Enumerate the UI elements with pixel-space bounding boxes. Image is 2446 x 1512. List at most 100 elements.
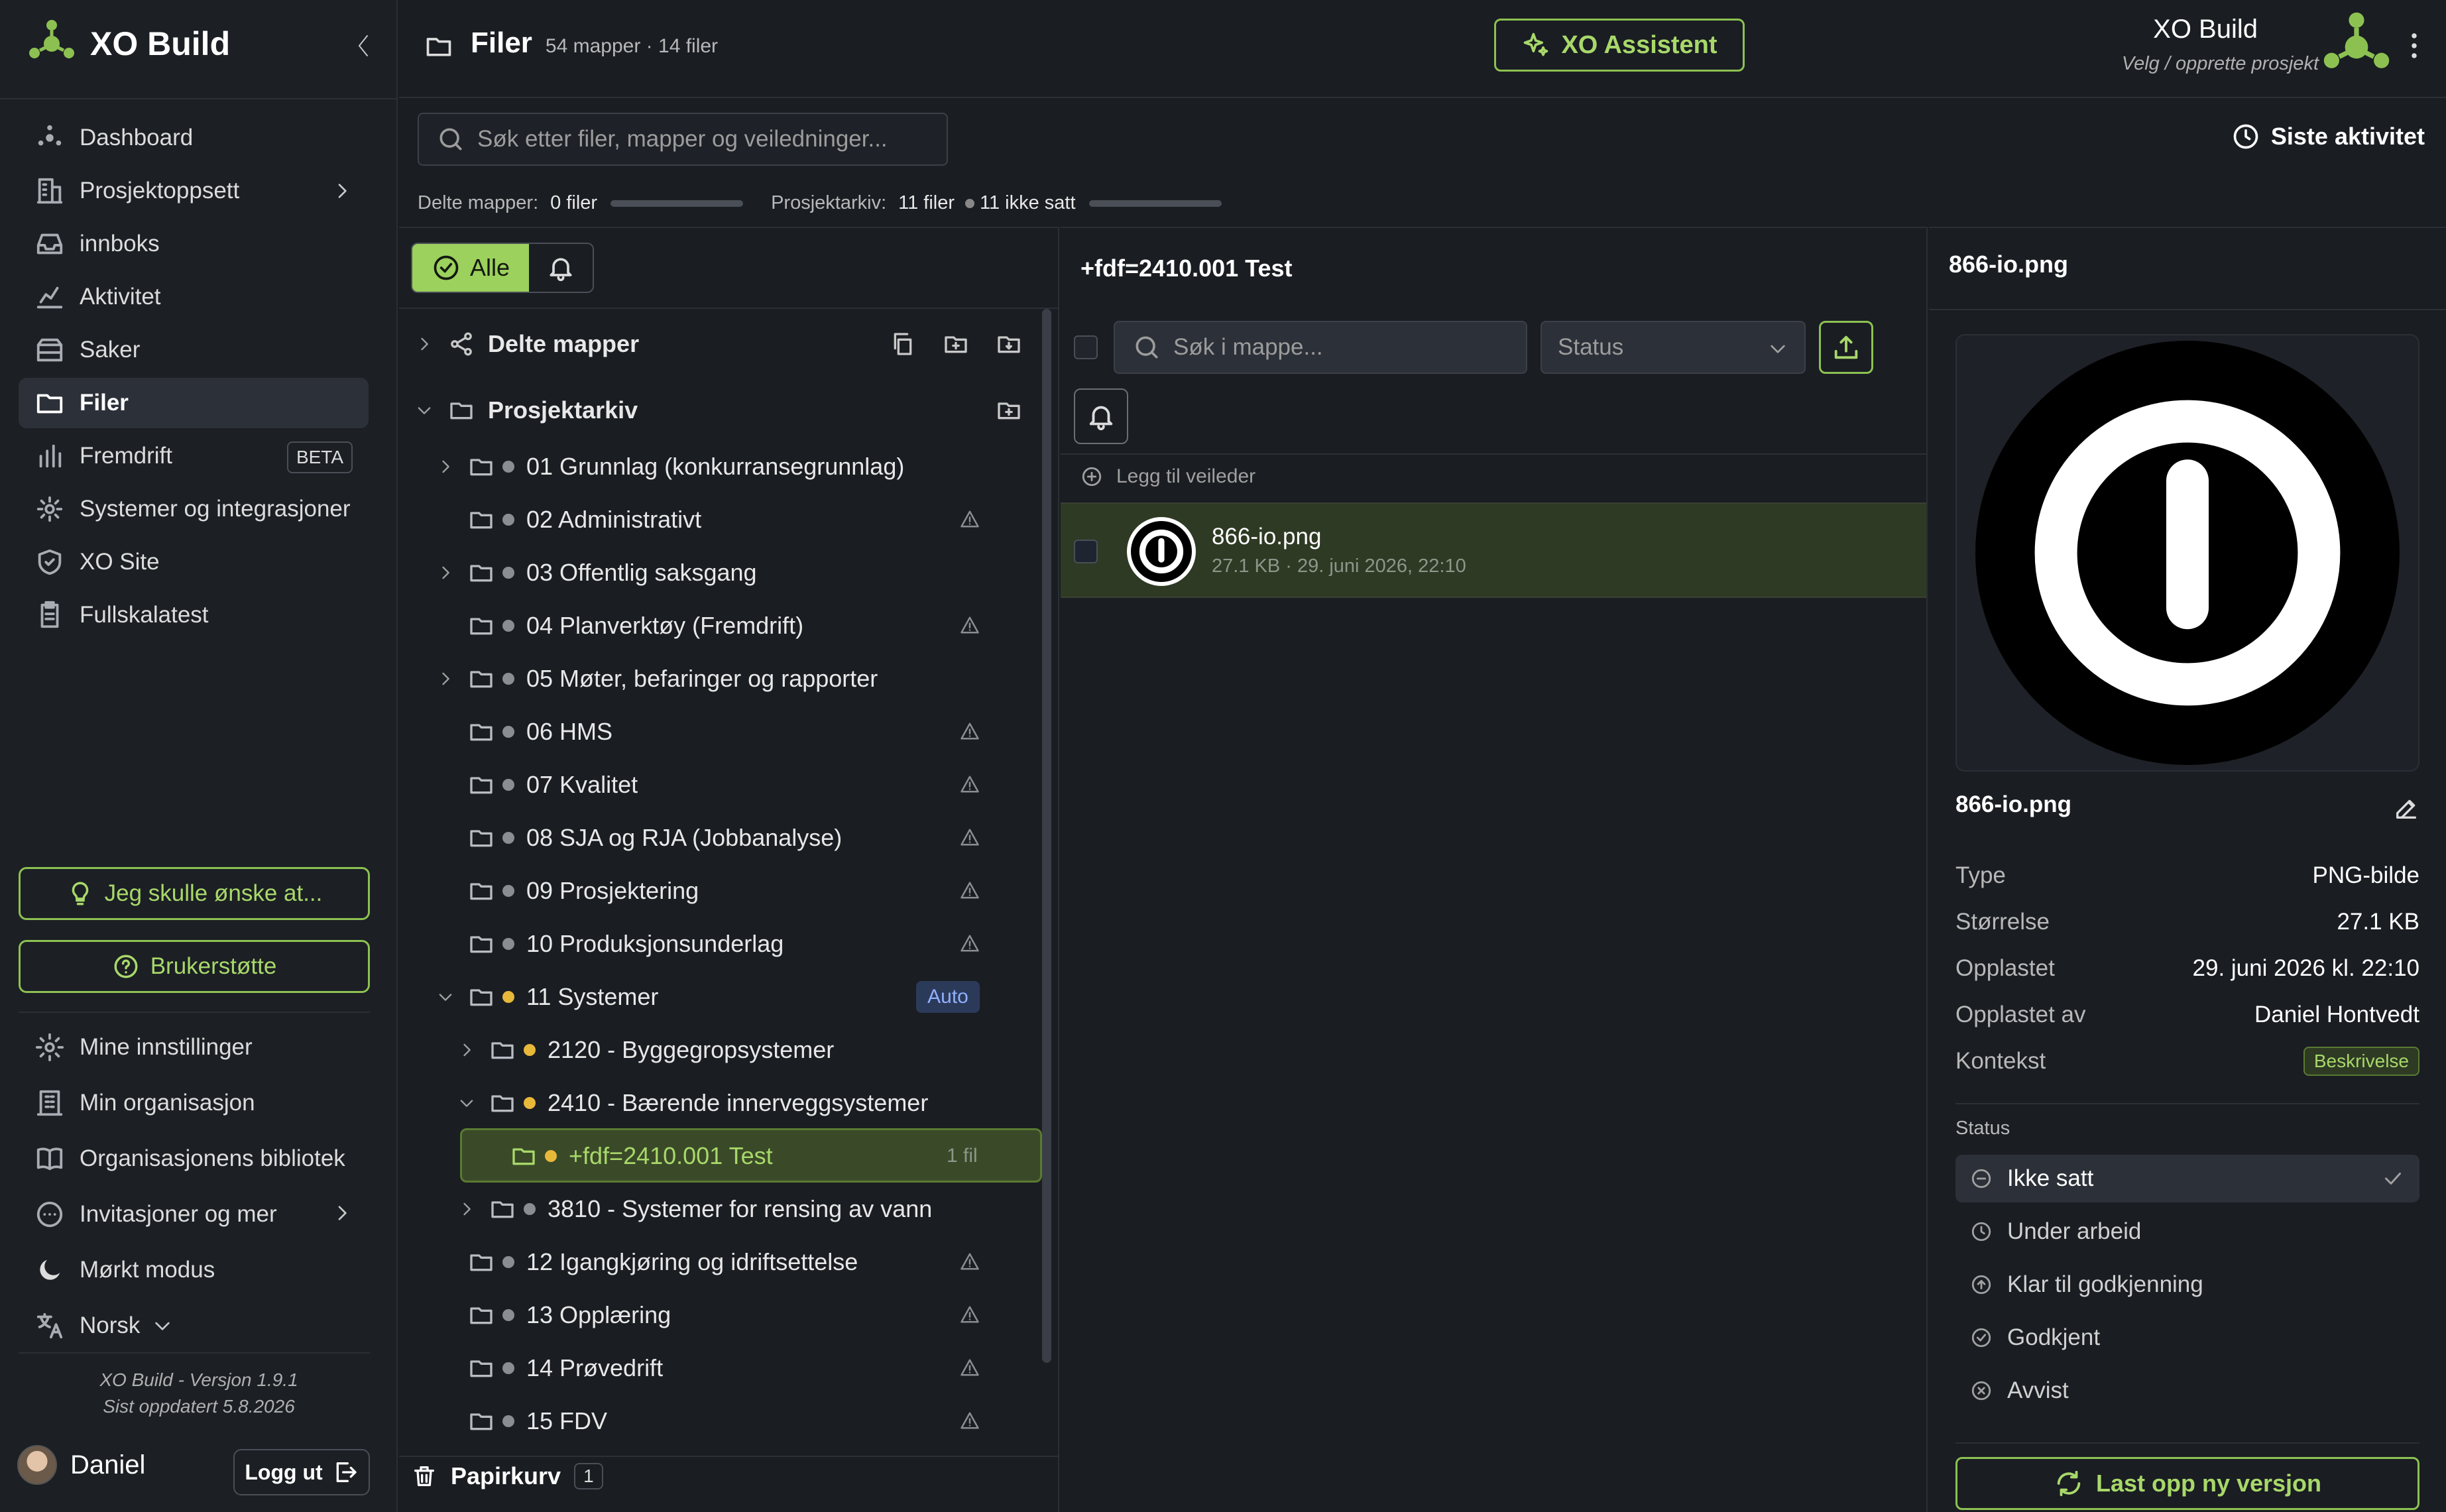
folder-row[interactable]: 13 Opplæring — [468, 1289, 671, 1342]
folder-label: 04 Planverktøy (Fremdrift) — [526, 612, 804, 639]
project-name[interactable]: XO Build — [2153, 15, 2258, 44]
folder-row[interactable]: 01 Grunnlag (konkurransegrunnlag) — [436, 440, 904, 493]
folder-row[interactable]: 2410 - Bærende innerveggsystemer — [457, 1076, 928, 1130]
trash-count: 1 — [574, 1463, 603, 1489]
folder-icon — [470, 565, 493, 582]
folder-row[interactable]: 2120 - Byggegropsystemer — [457, 1023, 834, 1076]
folder-row[interactable]: 12 Igangkjøring og idriftsettelse — [468, 1236, 858, 1289]
brand[interactable]: XO Build — [27, 19, 230, 69]
folder-download-icon[interactable] — [996, 331, 1022, 357]
nav-dark-mode[interactable]: Mørkt modus — [19, 1244, 369, 1297]
recent-activity-button[interactable]: Siste aktivitet — [2231, 122, 2425, 151]
wish-button[interactable]: Jeg skulle ønske at... — [19, 867, 370, 920]
xo-assistant-button[interactable]: XO Assistent — [1494, 19, 1745, 72]
nav-label: Filer — [80, 390, 129, 416]
add-guide-button[interactable]: Legg til veileder — [1080, 465, 1255, 488]
folder-row[interactable]: 14 Prøvedrift — [468, 1342, 663, 1395]
folder-row[interactable]: 04 Planverktøy (Fremdrift) — [468, 599, 803, 652]
warning-icon — [961, 829, 979, 846]
status-option-approved[interactable]: Godkjent — [1955, 1314, 2419, 1362]
project-subtitle[interactable]: Velg / opprette prosjekt — [2122, 53, 2319, 75]
kebab-menu-icon[interactable] — [2408, 29, 2421, 62]
folder-row[interactable]: 09 Prosjektering — [468, 864, 699, 917]
nav-saker[interactable]: Saker — [19, 325, 369, 375]
nav-systemer[interactable]: Systemer og integrasjoner — [19, 484, 369, 534]
collapse-sidebar-icon[interactable] — [351, 29, 375, 62]
nav-invitations[interactable]: Invitasjoner og mer — [19, 1188, 369, 1241]
project-logo-icon[interactable] — [2320, 11, 2393, 84]
nav-organization[interactable]: Min organisasjon — [19, 1076, 369, 1130]
nav-settings[interactable]: Mine innstillinger — [19, 1021, 369, 1074]
nav-language[interactable]: Norsk — [19, 1299, 369, 1352]
file-preview[interactable] — [1955, 334, 2419, 772]
file-checkbox[interactable] — [1074, 540, 1098, 563]
folder-row[interactable]: 07 Kvalitet — [468, 758, 638, 811]
status-dot — [965, 198, 975, 208]
folder-label: 3810 - Systemer for rensing av vann — [548, 1195, 933, 1222]
folder-notifications-button[interactable] — [1074, 388, 1128, 444]
nav-prosjektoppsett[interactable]: Prosjektoppsett — [19, 166, 369, 216]
tree-shared-root[interactable]: Delte mapper — [415, 318, 639, 371]
logout-button[interactable]: Logg ut — [233, 1449, 370, 1495]
status-option-in-progress[interactable]: Under arbeid — [1955, 1208, 2419, 1255]
beta-badge: BETA — [286, 441, 353, 473]
context-badge[interactable]: Beskrivelse — [2303, 1047, 2419, 1076]
assistant-label: XO Assistent — [1561, 30, 1718, 59]
status-option-label: Under arbeid — [2007, 1218, 2142, 1244]
folder-plus-icon[interactable] — [943, 331, 969, 357]
tree-label: Prosjektarkiv — [488, 396, 638, 424]
add-guide-label: Legg til veileder — [1116, 465, 1256, 487]
nav-fullskalatest[interactable]: Fullskalatest — [19, 590, 369, 640]
edit-icon[interactable] — [2393, 795, 2419, 822]
folder-row[interactable]: 05 Møter, befaringer og rapporter — [436, 652, 878, 705]
folder-icon — [470, 1254, 493, 1271]
warning-icon — [961, 935, 979, 952]
folder-row[interactable]: 15 FDV — [468, 1395, 607, 1448]
folder-row[interactable]: 11 Systemer — [436, 970, 658, 1023]
folder-row[interactable]: 10 Produksjonsunderlag — [468, 917, 784, 970]
nav-dashboard[interactable]: Dashboard — [19, 113, 369, 163]
filter-notifications-button[interactable] — [529, 244, 593, 292]
nav-filer[interactable]: Filer — [19, 378, 369, 428]
meta-size: Størrelse 27.1 KB — [1955, 899, 2419, 945]
folder-row[interactable]: 3810 - Systemer for rensing av vann — [457, 1183, 932, 1236]
upload-new-version-button[interactable]: Last opp ny versjon — [1955, 1457, 2419, 1510]
status-filter-select[interactable]: Status — [1541, 321, 1806, 374]
folder-plus-icon[interactable] — [996, 397, 1022, 424]
nav-xo-site[interactable]: XO Site — [19, 537, 369, 587]
status-option-rejected[interactable]: Avvist — [1955, 1367, 2419, 1415]
folder-icon — [470, 883, 493, 900]
trash-row[interactable]: Papirkurv 1 — [411, 1462, 603, 1490]
folder-row[interactable]: 03 Offentlig saksgang — [436, 546, 757, 599]
file-row[interactable]: 866-io.png 27.1 KB · 29. juni 2026, 22:1… — [1061, 502, 1926, 598]
folder-scrollbar[interactable] — [1042, 309, 1051, 1363]
support-button[interactable]: Brukerstøtte — [19, 940, 370, 993]
folder-icon — [470, 671, 493, 688]
nav-library[interactable]: Organisasjonens bibliotek — [19, 1132, 369, 1185]
filter-all-label: Alle — [469, 254, 510, 281]
status-option-not-set[interactable]: Ikke satt — [1955, 1155, 2419, 1202]
nav-fremdrift[interactable]: Fremdrift BETA — [19, 431, 369, 481]
filter-all-button[interactable]: Alle — [412, 244, 529, 292]
copy-icon[interactable] — [890, 331, 916, 357]
user-profile[interactable]: Daniel — [17, 1445, 145, 1485]
folder-row[interactable]: 06 HMS — [468, 705, 612, 758]
check-circle-icon — [434, 255, 459, 280]
folder-row-selected[interactable]: +fdf=2410.001 Test — [510, 1130, 773, 1183]
upload-button[interactable] — [1819, 321, 1873, 374]
folder-row[interactable]: 08 SJA og RJA (Jobbanalyse) — [468, 811, 842, 864]
nav-innboks[interactable]: innboks — [19, 219, 369, 269]
meta-uploaded: Opplastet 29. juni 2026 kl. 22:10 — [1955, 945, 2419, 992]
warning-icon — [961, 1306, 979, 1323]
tree-archive-root[interactable]: Prosjektarkiv — [415, 384, 638, 437]
global-search[interactable]: Søk etter filer, mapper og veiledninger.… — [418, 113, 948, 166]
nav-label: Min organisasjon — [80, 1090, 255, 1116]
nav-aktivitet[interactable]: Aktivitet — [19, 272, 369, 322]
folder-row[interactable]: 02 Administrativt — [468, 493, 701, 546]
status-option-ready[interactable]: Klar til godkjenning — [1955, 1261, 2419, 1308]
select-all-checkbox[interactable] — [1074, 335, 1098, 359]
folder-search[interactable]: Søk i mappe... — [1114, 321, 1527, 374]
status-dot — [502, 567, 514, 579]
activity-label: Siste aktivitet — [2270, 123, 2425, 150]
meta-uploaded-by: Opplastet av Daniel Hontvedt — [1955, 992, 2419, 1038]
